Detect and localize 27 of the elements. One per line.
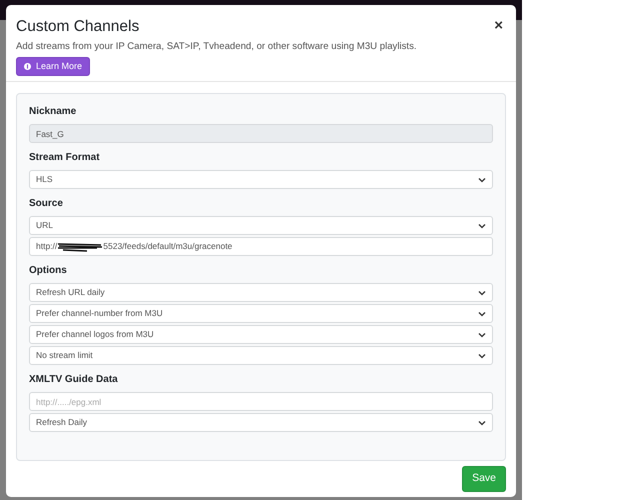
chevron-down-icon [478,290,486,296]
chevron-down-icon [478,222,486,228]
select-field[interactable]: URL [29,216,493,235]
chevron-down-icon [478,332,486,338]
field-label: Stream Format [29,152,101,164]
field-label: Source [29,198,64,210]
info-icon [24,62,31,70]
field-label: Options [29,265,68,277]
chevron-down-icon [478,420,486,426]
chevron-down-icon [478,310,486,316]
select-field[interactable]: Refresh URL daily [29,283,493,302]
select-field[interactable]: Prefer channel logos from M3U [29,325,493,344]
redaction-scribble-icon [57,242,104,252]
field-label: XMLTV Guide Data [29,374,119,386]
learn-more-button[interactable]: Learn More [16,57,90,76]
input-field[interactable]: http://...../epg.xml [29,392,493,411]
url-field[interactable]: http:// 5523/feeds/default/m3u/gracenote [29,237,493,256]
select-field[interactable]: HLS [29,170,493,189]
chevron-down-icon [478,352,486,358]
dialog-title: Custom Channels [16,18,140,37]
dialog-subtitle: Add streams from your IP Camera, SAT>IP, Tvheadend, or other software using M3U playlists. [16,40,418,52]
select-field[interactable]: No stream limit [29,346,493,365]
select-field[interactable]: Prefer channel-number from M3U [29,304,493,323]
close-button[interactable]: × [491,18,506,33]
select-field[interactable]: Refresh Daily [29,413,493,432]
chevron-down-icon [478,176,486,182]
field-label: Nickname [29,106,78,118]
